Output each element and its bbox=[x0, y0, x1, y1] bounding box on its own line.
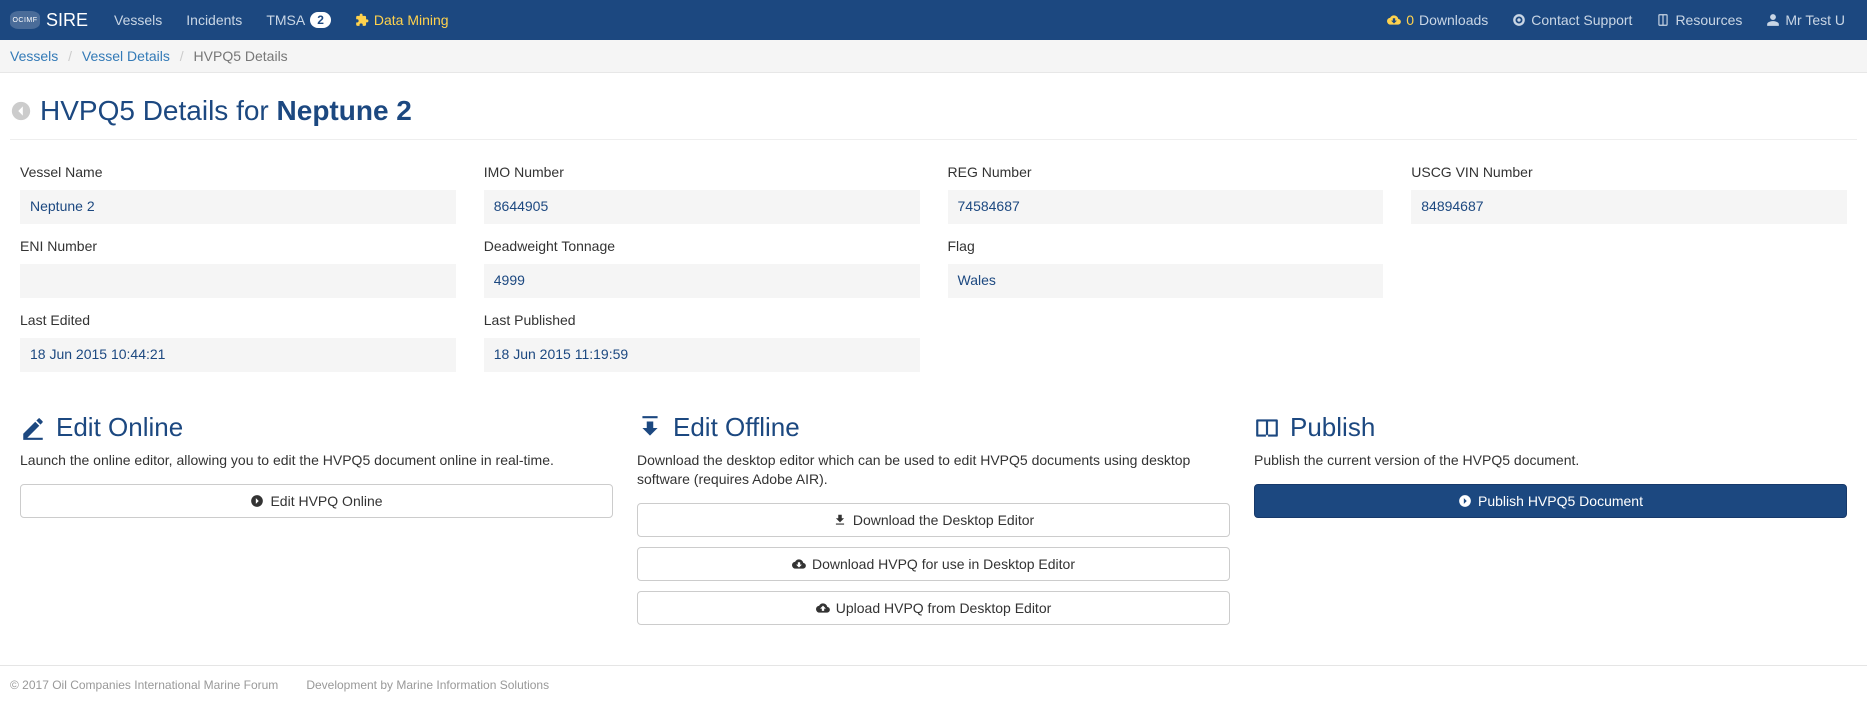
breadcrumb-vessel-details[interactable]: Vessel Details bbox=[82, 48, 170, 64]
value-vessel-name: Neptune 2 bbox=[20, 190, 456, 224]
page-title-row: HVPQ5 Details for Neptune 2 bbox=[10, 85, 1857, 140]
resources-label: Resources bbox=[1675, 12, 1742, 28]
breadcrumb: Vessels / Vessel Details / HVPQ5 Details bbox=[0, 40, 1867, 73]
edit-online-desc: Launch the online editor, allowing you t… bbox=[20, 451, 613, 470]
value-last-published: 18 Jun 2015 11:19:59 bbox=[484, 338, 920, 372]
download-desktop-editor-label: Download the Desktop Editor bbox=[853, 512, 1034, 528]
nav-contact-support[interactable]: Contact Support bbox=[1500, 2, 1644, 38]
edit-online-title: Edit Online bbox=[20, 412, 613, 443]
value-uscg: 84894687 bbox=[1411, 190, 1847, 224]
ocimf-logo: OCIMF bbox=[10, 11, 40, 29]
nav-user[interactable]: Mr Test U bbox=[1754, 2, 1857, 38]
downloads-count: 0 bbox=[1406, 12, 1414, 28]
label-eni: ENI Number bbox=[20, 230, 456, 258]
edit-hvpq-online-label: Edit HVPQ Online bbox=[270, 493, 382, 509]
value-last-edited: 18 Jun 2015 10:44:21 bbox=[20, 338, 456, 372]
download-desktop-editor-button[interactable]: Download the Desktop Editor bbox=[637, 503, 1230, 537]
edit-icon bbox=[20, 415, 46, 441]
nav-right: 0 Downloads Contact Support Resources Mr… bbox=[1375, 2, 1857, 38]
edit-offline-title: Edit Offline bbox=[637, 412, 1230, 443]
actions-row: Edit Online Launch the online editor, al… bbox=[20, 412, 1847, 635]
label-dwt: Deadweight Tonnage bbox=[484, 230, 920, 258]
nav-vessels[interactable]: Vessels bbox=[102, 2, 174, 38]
breadcrumb-separator: / bbox=[62, 48, 78, 64]
download-icon bbox=[637, 415, 663, 441]
value-imo: 8644905 bbox=[484, 190, 920, 224]
book-open-icon bbox=[1254, 415, 1280, 441]
nav-left: Vessels Incidents TMSA 2 Data Mining bbox=[102, 2, 461, 38]
nav-data-mining-label: Data Mining bbox=[374, 12, 449, 28]
downloads-label: Downloads bbox=[1419, 12, 1488, 28]
footer-dev: Development by Marine Information Soluti… bbox=[306, 678, 549, 692]
page-title-vessel: Neptune 2 bbox=[277, 95, 412, 126]
label-uscg: USCG VIN Number bbox=[1411, 156, 1847, 184]
user-label: Mr Test U bbox=[1785, 12, 1845, 28]
breadcrumb-vessels[interactable]: Vessels bbox=[10, 48, 58, 64]
breadcrumb-separator: / bbox=[174, 48, 190, 64]
value-flag: Wales bbox=[948, 264, 1384, 298]
value-eni bbox=[20, 264, 456, 298]
cloud-download-icon bbox=[792, 557, 806, 571]
book-icon bbox=[1656, 13, 1670, 27]
publish-title-text: Publish bbox=[1290, 412, 1375, 443]
edit-hvpq-online-button[interactable]: Edit HVPQ Online bbox=[20, 484, 613, 518]
nav-tmsa[interactable]: TMSA 2 bbox=[254, 2, 343, 38]
publish-hvpq5-button[interactable]: Publish HVPQ5 Document bbox=[1254, 484, 1847, 518]
nav-data-mining[interactable]: Data Mining bbox=[343, 2, 461, 38]
label-vessel-name: Vessel Name bbox=[20, 156, 456, 184]
navbar: OCIMF SIRE Vessels Incidents TMSA 2 Data… bbox=[0, 0, 1867, 40]
nav-downloads[interactable]: 0 Downloads bbox=[1375, 2, 1500, 38]
cloud-download-icon bbox=[1387, 13, 1401, 27]
arrow-right-circle-icon bbox=[1458, 494, 1472, 508]
value-reg: 74584687 bbox=[948, 190, 1384, 224]
cloud-upload-icon bbox=[816, 601, 830, 615]
nav-incidents[interactable]: Incidents bbox=[174, 2, 254, 38]
brand[interactable]: OCIMF SIRE bbox=[10, 10, 88, 31]
edit-offline-title-text: Edit Offline bbox=[673, 412, 800, 443]
value-dwt: 4999 bbox=[484, 264, 920, 298]
nav-resources[interactable]: Resources bbox=[1644, 2, 1754, 38]
label-imo: IMO Number bbox=[484, 156, 920, 184]
edit-offline-section: Edit Offline Download the desktop editor… bbox=[637, 412, 1230, 635]
download-hvpq-label: Download HVPQ for use in Desktop Editor bbox=[812, 556, 1075, 572]
vessel-details-grid: Vessel Name IMO Number REG Number USCG V… bbox=[20, 156, 1847, 372]
contact-label: Contact Support bbox=[1531, 12, 1632, 28]
back-button[interactable] bbox=[10, 100, 32, 122]
label-last-published: Last Published bbox=[484, 304, 920, 332]
tmsa-badge: 2 bbox=[310, 12, 331, 28]
label-last-edited: Last Edited bbox=[20, 304, 456, 332]
nav-tmsa-label: TMSA bbox=[266, 12, 305, 28]
puzzle-icon bbox=[355, 13, 369, 27]
download-icon bbox=[833, 513, 847, 527]
publish-section: Publish Publish the current version of t… bbox=[1254, 412, 1847, 635]
publish-title: Publish bbox=[1254, 412, 1847, 443]
edit-online-title-text: Edit Online bbox=[56, 412, 183, 443]
page-title-prefix: HVPQ5 Details for bbox=[40, 95, 277, 126]
label-flag: Flag bbox=[948, 230, 1384, 258]
edit-online-section: Edit Online Launch the online editor, al… bbox=[20, 412, 613, 635]
upload-hvpq-label: Upload HVPQ from Desktop Editor bbox=[836, 600, 1052, 616]
upload-hvpq-button[interactable]: Upload HVPQ from Desktop Editor bbox=[637, 591, 1230, 625]
breadcrumb-current: HVPQ5 Details bbox=[194, 48, 288, 64]
publish-desc: Publish the current version of the HVPQ5… bbox=[1254, 451, 1847, 470]
page-title: HVPQ5 Details for Neptune 2 bbox=[40, 95, 412, 127]
brand-name: SIRE bbox=[46, 10, 88, 31]
life-ring-icon bbox=[1512, 13, 1526, 27]
download-hvpq-button[interactable]: Download HVPQ for use in Desktop Editor bbox=[637, 547, 1230, 581]
label-reg: REG Number bbox=[948, 156, 1384, 184]
arrow-right-circle-icon bbox=[250, 494, 264, 508]
arrow-left-circle-icon bbox=[10, 100, 32, 122]
publish-hvpq5-label: Publish HVPQ5 Document bbox=[1478, 493, 1643, 509]
footer: © 2017 Oil Companies International Marin… bbox=[0, 665, 1867, 704]
edit-offline-desc: Download the desktop editor which can be… bbox=[637, 451, 1230, 489]
footer-copyright: © 2017 Oil Companies International Marin… bbox=[10, 678, 278, 692]
user-icon bbox=[1766, 13, 1780, 27]
